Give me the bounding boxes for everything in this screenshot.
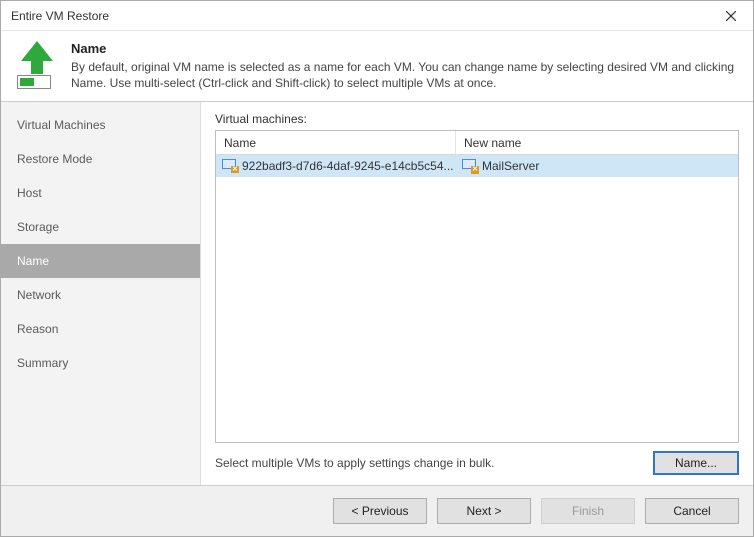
vm-icon: ✕ (222, 159, 238, 173)
cell-new-name: ✕ MailServer (456, 159, 738, 173)
close-button[interactable] (709, 1, 753, 31)
sidebar-step-network[interactable]: Network (1, 278, 200, 312)
column-header-new-name[interactable]: New name (456, 131, 738, 154)
table-row[interactable]: ✕ 922badf3-d7d6-4daf-9245-e14cb5c54... ✕… (216, 155, 738, 177)
vm-grid: Name New name ✕ 922badf3-d7d6-4daf-9245-… (215, 130, 739, 443)
header-banner: Name By default, original VM name is sel… (1, 31, 753, 102)
sidebar-step-reason[interactable]: Reason (1, 312, 200, 346)
name-button[interactable]: Name... (653, 451, 739, 475)
sidebar-step-storage[interactable]: Storage (1, 210, 200, 244)
column-header-name[interactable]: Name (216, 131, 456, 154)
grid-header: Name New name (216, 131, 738, 155)
next-button[interactable]: Next > (437, 498, 531, 524)
banner-heading: Name (71, 41, 739, 56)
sidebar-step-restore-mode[interactable]: Restore Mode (1, 142, 200, 176)
cell-name: ✕ 922badf3-d7d6-4daf-9245-e14cb5c54... (216, 159, 456, 173)
vm-list-label: Virtual machines: (215, 112, 739, 126)
cancel-button[interactable]: Cancel (645, 498, 739, 524)
bulk-hint: Select multiple VMs to apply settings ch… (215, 456, 494, 470)
vm-icon: ✕ (462, 159, 478, 173)
restore-arrow-icon (15, 41, 59, 89)
hint-row: Select multiple VMs to apply settings ch… (215, 443, 739, 475)
title-bar: Entire VM Restore (1, 1, 753, 31)
sidebar-step-summary[interactable]: Summary (1, 346, 200, 380)
previous-button[interactable]: < Previous (333, 498, 427, 524)
window-title: Entire VM Restore (11, 9, 109, 23)
grid-body: ✕ 922badf3-d7d6-4daf-9245-e14cb5c54... ✕… (216, 155, 738, 442)
wizard-footer: < Previous Next > Finish Cancel (1, 485, 753, 536)
banner-description: By default, original VM name is selected… (71, 59, 739, 91)
content-pane: Virtual machines: Name New name ✕ 922bad… (201, 102, 753, 485)
sidebar-step-host[interactable]: Host (1, 176, 200, 210)
main-area: Virtual Machines Restore Mode Host Stora… (1, 102, 753, 485)
sidebar-step-name[interactable]: Name (1, 244, 200, 278)
finish-button: Finish (541, 498, 635, 524)
sidebar-step-virtual-machines[interactable]: Virtual Machines (1, 108, 200, 142)
wizard-sidebar: Virtual Machines Restore Mode Host Stora… (1, 102, 201, 485)
close-icon (726, 11, 736, 21)
